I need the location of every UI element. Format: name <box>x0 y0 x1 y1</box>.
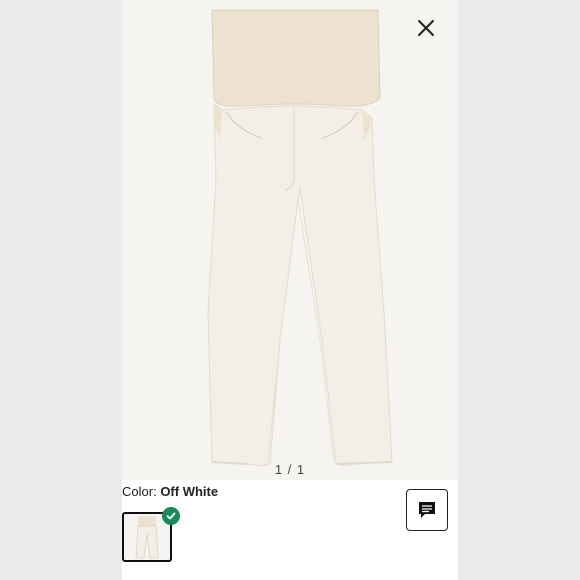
close-icon <box>418 20 434 36</box>
selected-badge <box>162 507 180 525</box>
jeans-illustration <box>207 9 393 467</box>
image-viewer[interactable] <box>122 0 458 480</box>
color-value: Off White <box>160 484 219 499</box>
check-icon <box>166 512 176 520</box>
product-image-modal: 1 / 1 Color: Off White <box>122 0 458 580</box>
color-selection: Color: Off White <box>122 484 218 499</box>
chat-button[interactable] <box>406 489 448 531</box>
image-pager: 1 / 1 <box>274 462 306 477</box>
close-button[interactable] <box>416 18 436 38</box>
chat-icon <box>419 502 435 518</box>
color-label: Color: <box>122 484 157 499</box>
